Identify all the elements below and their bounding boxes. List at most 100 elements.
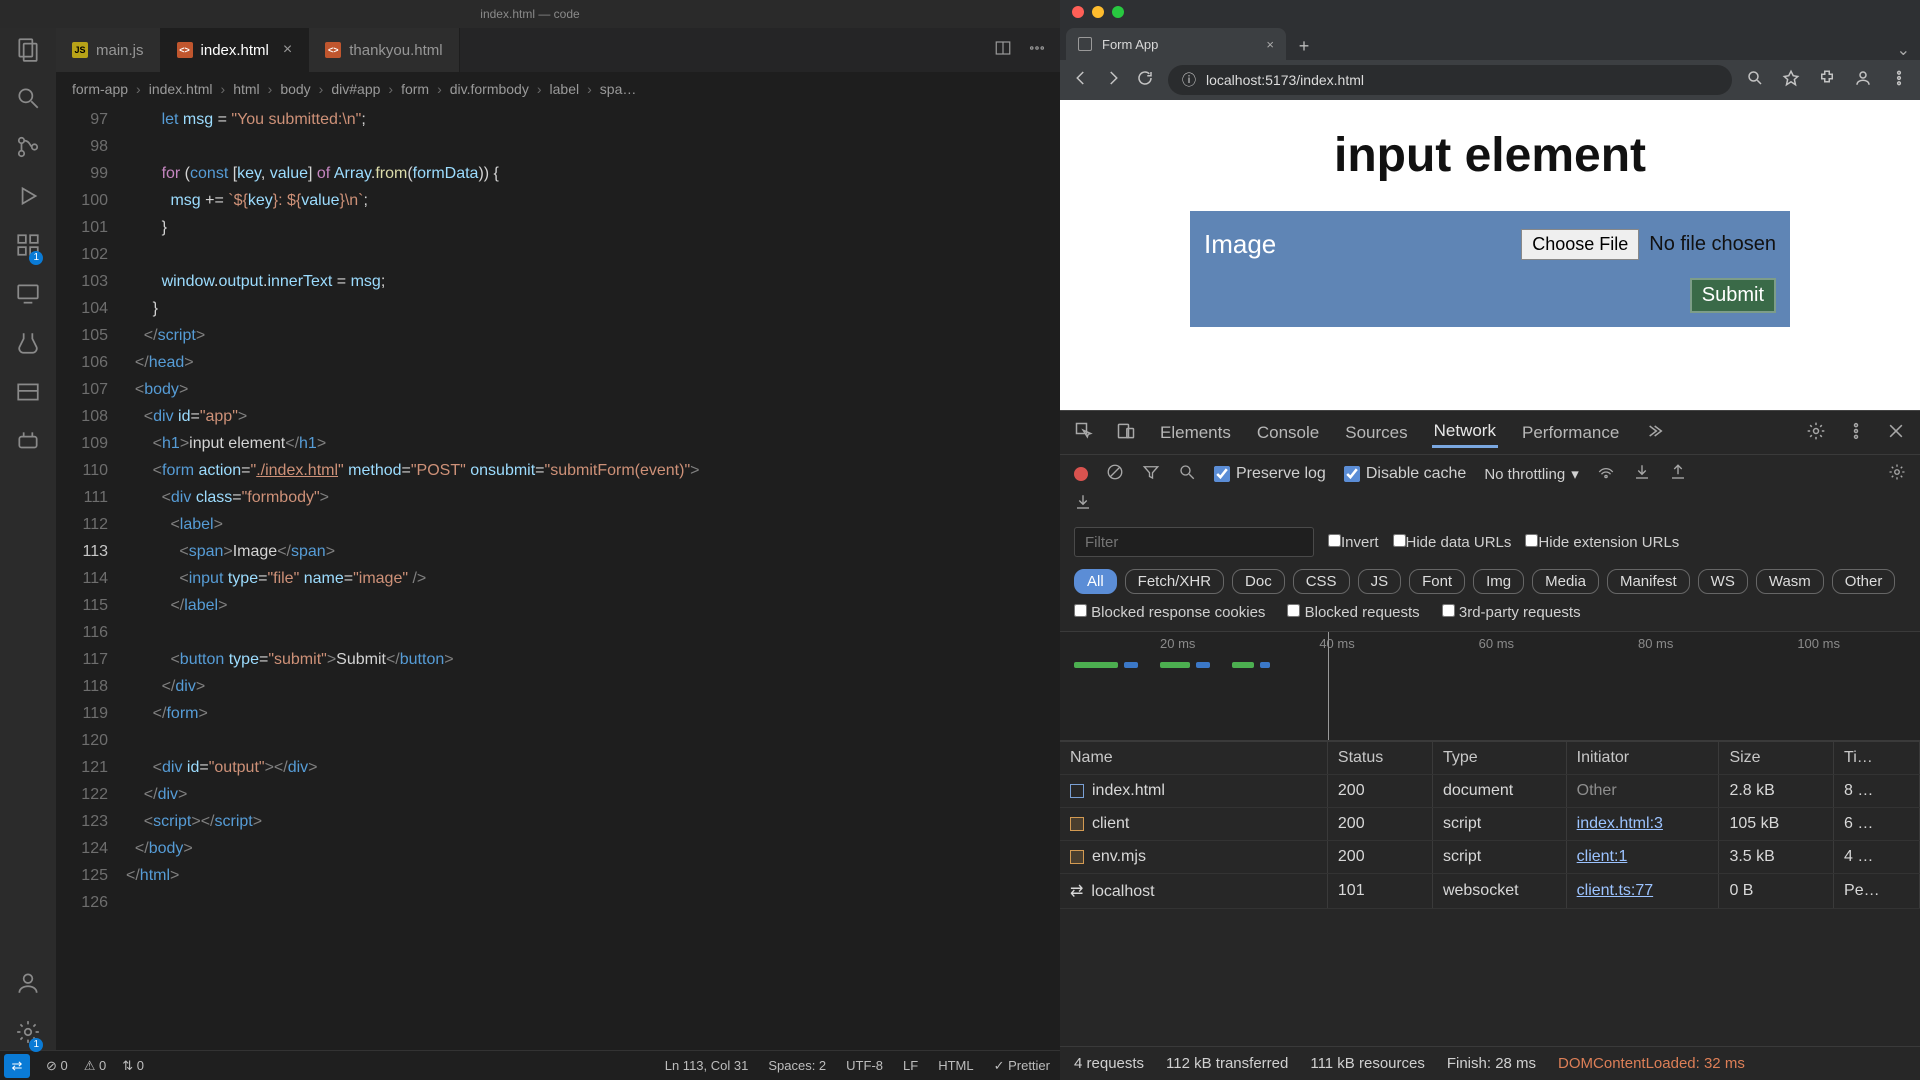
- profile-icon[interactable]: [1854, 69, 1872, 92]
- filter-chip-css[interactable]: CSS: [1293, 569, 1350, 594]
- more-tabs-icon[interactable]: [1643, 421, 1663, 445]
- file-input[interactable]: Choose File No file chosen: [1521, 229, 1776, 260]
- blocked-requests-checkbox[interactable]: Blocked requests: [1287, 604, 1419, 621]
- menu-icon[interactable]: [1890, 69, 1908, 92]
- column-header[interactable]: Ti…: [1834, 742, 1920, 775]
- problems-warnings[interactable]: ⚠ 0: [84, 1058, 107, 1074]
- more-icon[interactable]: [1028, 39, 1046, 62]
- filter-icon[interactable]: [1142, 463, 1160, 485]
- window-close-icon[interactable]: [1072, 6, 1084, 18]
- hide-extension-urls-checkbox[interactable]: Hide extension URLs: [1525, 534, 1679, 551]
- tab-network[interactable]: Network: [1432, 417, 1498, 448]
- run-debug-icon[interactable]: [15, 183, 41, 214]
- column-header[interactable]: Name: [1060, 742, 1327, 775]
- explorer-icon[interactable]: [15, 36, 41, 67]
- filter-chip-js[interactable]: JS: [1358, 569, 1402, 594]
- timeline-icon[interactable]: [15, 379, 41, 410]
- address-bar[interactable]: ⓘ localhost:5173/index.html: [1168, 65, 1732, 95]
- inspect-element-icon[interactable]: [1074, 421, 1094, 445]
- search-icon[interactable]: [15, 85, 41, 116]
- zoom-icon[interactable]: [1746, 69, 1764, 92]
- choose-file-button[interactable]: Choose File: [1521, 229, 1639, 260]
- language-mode[interactable]: HTML: [938, 1058, 973, 1073]
- devtools-close-icon[interactable]: [1886, 421, 1906, 445]
- source-control-icon[interactable]: [15, 134, 41, 165]
- devtools-menu-icon[interactable]: [1846, 421, 1866, 445]
- tab-elements[interactable]: Elements: [1158, 419, 1233, 447]
- ports-count[interactable]: ⇅ 0: [122, 1058, 144, 1074]
- accounts-icon[interactable]: [15, 970, 41, 1001]
- network-settings-icon[interactable]: [1888, 463, 1906, 485]
- tab-thankyou[interactable]: <>thankyou.html: [309, 28, 459, 72]
- disable-cache-checkbox[interactable]: Disable cache: [1344, 465, 1467, 483]
- throttling-select[interactable]: No throttling ▾: [1484, 465, 1578, 483]
- filter-chip-ws[interactable]: WS: [1698, 569, 1748, 594]
- chevron-down-icon[interactable]: ⌄: [1897, 40, 1920, 60]
- indentation[interactable]: Spaces: 2: [768, 1058, 826, 1073]
- tab-mainjs[interactable]: JSmain.js: [56, 28, 161, 72]
- close-tab-icon[interactable]: ×: [1266, 37, 1274, 52]
- network-conditions-icon[interactable]: [1597, 463, 1615, 485]
- remote-explorer-icon[interactable]: [15, 281, 41, 312]
- split-editor-icon[interactable]: [994, 39, 1012, 62]
- ports-icon[interactable]: [15, 428, 41, 459]
- devtools-settings-icon[interactable]: [1806, 421, 1826, 445]
- prettier-status[interactable]: ✓ Prettier: [994, 1058, 1050, 1074]
- settings-gear-icon[interactable]: [15, 1019, 41, 1050]
- new-tab-button[interactable]: +: [1290, 32, 1318, 60]
- record-button[interactable]: [1074, 467, 1088, 481]
- window-minimize-icon[interactable]: [1092, 6, 1104, 18]
- tab-performance[interactable]: Performance: [1520, 419, 1621, 447]
- import-har-icon[interactable]: [1633, 463, 1651, 485]
- column-header[interactable]: Initiator: [1566, 742, 1719, 775]
- filter-chip-img[interactable]: Img: [1473, 569, 1524, 594]
- network-row[interactable]: env.mjs200scriptclient:13.5 kB4 …: [1060, 841, 1920, 874]
- network-row[interactable]: client200scriptindex.html:3105 kB6 …: [1060, 808, 1920, 841]
- filter-chip-wasm[interactable]: Wasm: [1756, 569, 1824, 594]
- column-header[interactable]: Status: [1327, 742, 1432, 775]
- submit-button[interactable]: Submit: [1690, 278, 1776, 313]
- eol[interactable]: LF: [903, 1058, 918, 1073]
- network-timeline[interactable]: 20 ms 40 ms 60 ms 80 ms 100 ms: [1060, 631, 1920, 741]
- column-header[interactable]: Size: [1719, 742, 1834, 775]
- preserve-log-checkbox[interactable]: Preserve log: [1214, 465, 1326, 483]
- invert-checkbox[interactable]: Invert: [1328, 534, 1379, 551]
- forward-button[interactable]: [1104, 69, 1122, 92]
- tab-console[interactable]: Console: [1255, 419, 1321, 447]
- bookmark-icon[interactable]: [1782, 69, 1800, 92]
- filter-chip-manifest[interactable]: Manifest: [1607, 569, 1690, 594]
- network-row[interactable]: ⇄localhost101websocketclient.ts:770 BPe…: [1060, 874, 1920, 909]
- network-row[interactable]: index.html200documentOther2.8 kB8 …: [1060, 775, 1920, 808]
- tab-indexhtml[interactable]: <>index.html×: [161, 28, 310, 72]
- reload-button[interactable]: [1136, 69, 1154, 92]
- problems-errors[interactable]: ⊘ 0: [46, 1058, 68, 1074]
- filter-chip-doc[interactable]: Doc: [1232, 569, 1285, 594]
- download-icon[interactable]: [1074, 498, 1092, 515]
- filter-chip-all[interactable]: All: [1074, 569, 1117, 594]
- export-har-icon[interactable]: [1669, 463, 1687, 485]
- tab-sources[interactable]: Sources: [1343, 419, 1409, 447]
- browser-tab[interactable]: Form App ×: [1066, 28, 1286, 60]
- filter-input[interactable]: [1074, 527, 1314, 557]
- encoding[interactable]: UTF-8: [846, 1058, 883, 1073]
- window-zoom-icon[interactable]: [1112, 6, 1124, 18]
- remote-indicator-icon[interactable]: ⇄: [4, 1054, 30, 1078]
- testing-icon[interactable]: [15, 330, 41, 361]
- back-button[interactable]: [1072, 69, 1090, 92]
- code-editor[interactable]: 9798991001011021031041051061071081091101…: [56, 106, 1060, 1050]
- column-header[interactable]: Type: [1432, 742, 1566, 775]
- extensions-icon[interactable]: [15, 232, 41, 263]
- filter-chip-fetchxhr[interactable]: Fetch/XHR: [1125, 569, 1224, 594]
- extensions-icon[interactable]: [1818, 69, 1836, 92]
- search-icon[interactable]: [1178, 463, 1196, 485]
- site-info-icon[interactable]: ⓘ: [1182, 70, 1196, 90]
- device-toolbar-icon[interactable]: [1116, 421, 1136, 445]
- clear-button[interactable]: [1106, 463, 1124, 485]
- blocked-cookies-checkbox[interactable]: Blocked response cookies: [1074, 604, 1265, 621]
- third-party-checkbox[interactable]: 3rd-party requests: [1442, 604, 1581, 621]
- close-icon[interactable]: ×: [283, 41, 292, 59]
- hide-data-urls-checkbox[interactable]: Hide data URLs: [1393, 534, 1512, 551]
- filter-chip-other[interactable]: Other: [1832, 569, 1896, 594]
- filter-chip-media[interactable]: Media: [1532, 569, 1599, 594]
- filter-chip-font[interactable]: Font: [1409, 569, 1465, 594]
